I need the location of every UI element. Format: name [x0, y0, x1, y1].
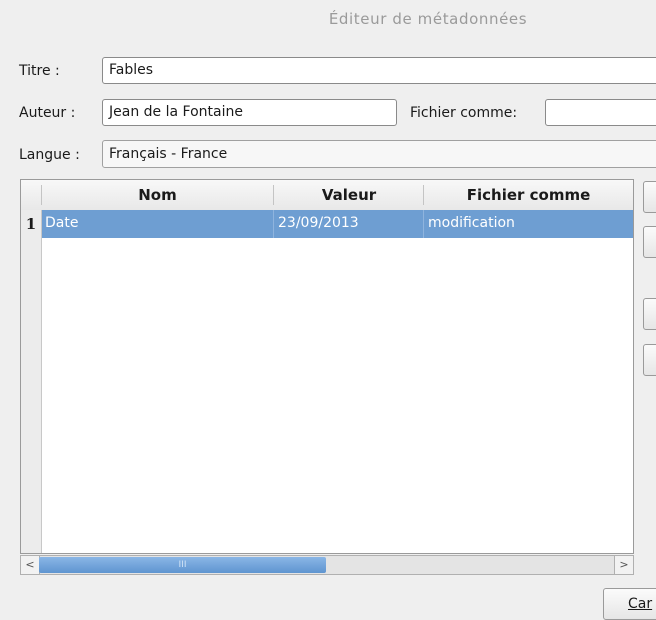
side-button-4[interactable] [643, 344, 656, 376]
side-button-2[interactable] [643, 226, 656, 258]
title-field[interactable]: Fables [102, 57, 656, 84]
horizontal-scrollbar[interactable]: < III > [20, 555, 634, 575]
cell-divider [273, 210, 274, 238]
scroll-right-icon[interactable]: > [614, 556, 633, 574]
column-header-value[interactable]: Valeur [274, 180, 424, 210]
column-divider[interactable] [273, 185, 274, 205]
side-button-3[interactable] [643, 298, 656, 330]
title-label: Titre : [19, 63, 60, 79]
dialog-title: Éditeur de métadonnées [328, 10, 528, 28]
scrollbar-thumb[interactable]: III [39, 557, 326, 573]
row-number[interactable]: 1 [21, 210, 41, 238]
file-as-label: Fichier comme: [410, 105, 518, 121]
cell-name[interactable]: Date [42, 210, 274, 238]
language-label: Langue : [19, 147, 80, 163]
side-button-1[interactable] [643, 181, 656, 213]
metadata-table[interactable]: Nom Valeur Fichier comme 1 Date 23/09/20… [20, 179, 634, 554]
scroll-left-icon[interactable]: < [21, 556, 40, 574]
cell-file-as[interactable]: modification [425, 210, 633, 238]
language-select[interactable]: Français - France [102, 140, 656, 168]
table-row[interactable]: Date 23/09/2013 modification [42, 210, 633, 238]
table-header: Nom Valeur Fichier comme [21, 180, 633, 211]
column-header-file-as[interactable]: Fichier comme [424, 180, 633, 210]
cancel-button[interactable]: Car [603, 588, 656, 620]
column-header-name[interactable]: Nom [41, 180, 274, 210]
cancel-button-label: Car [628, 596, 653, 612]
column-divider [41, 185, 42, 205]
author-label: Auteur : [19, 105, 76, 121]
cell-divider [423, 210, 424, 238]
language-value: Français - France [109, 146, 228, 162]
cell-value[interactable]: 23/09/2013 [275, 210, 423, 238]
author-field[interactable]: Jean de la Fontaine [102, 99, 397, 126]
file-as-field[interactable] [545, 99, 656, 126]
row-number-column [21, 210, 42, 553]
column-divider[interactable] [423, 185, 424, 205]
